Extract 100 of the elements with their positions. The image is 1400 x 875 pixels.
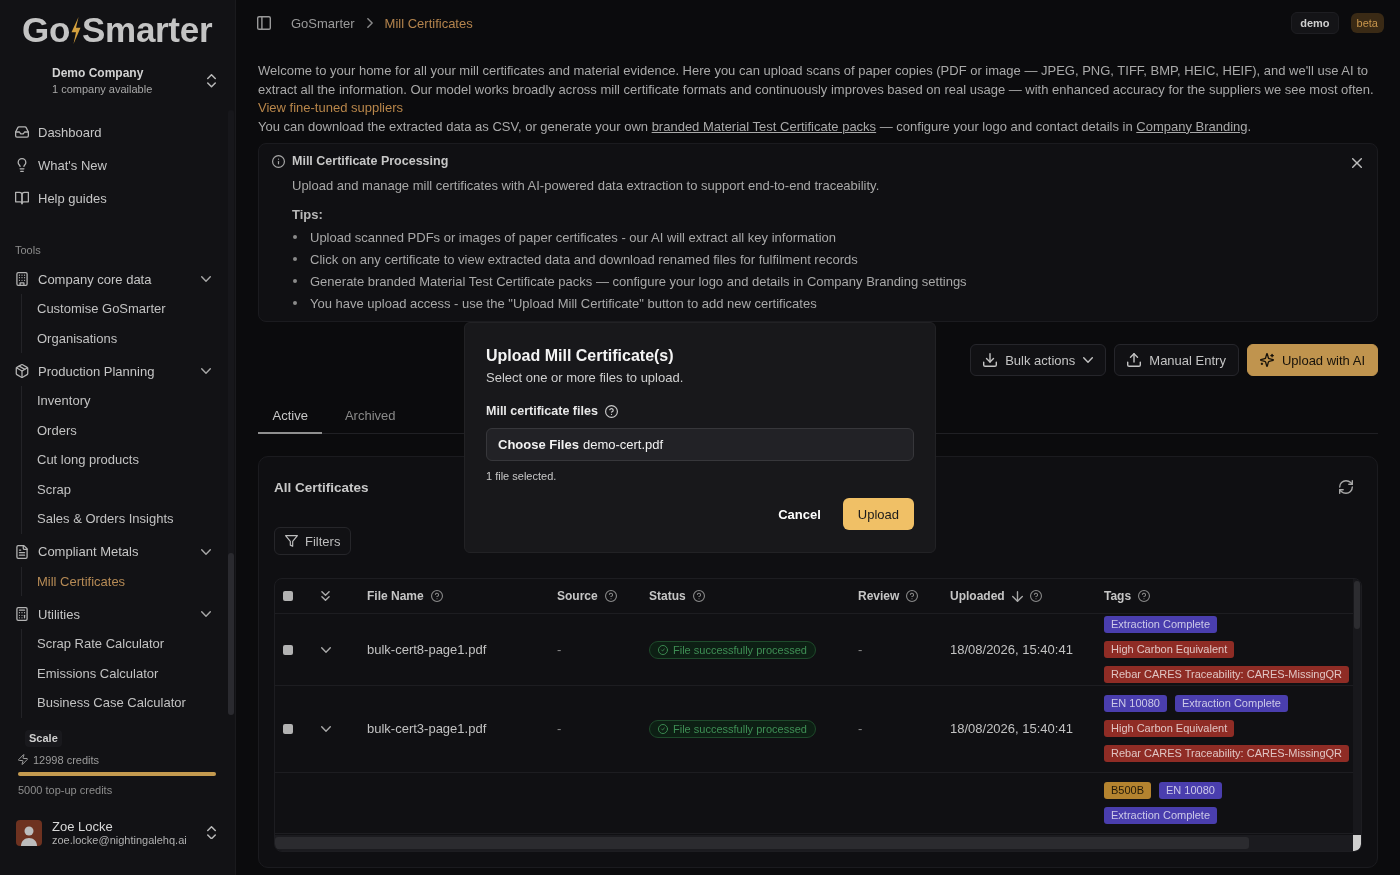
check-circle-icon [658,723,668,734]
chevron-right-icon [366,18,373,28]
tip-text: You have upload access - use the "Upload Mill Certificate" button to add new certificates [310,295,817,311]
bulk-actions-button[interactable]: Bulk actions [970,344,1107,376]
tag: High Carbon Equivalent [1104,641,1235,658]
nav-group-header[interactable]: Production Planning [0,356,220,386]
tag: High Carbon Equivalent [1104,720,1235,737]
row-checkbox[interactable] [283,723,293,734]
tag: EN 10080 [1159,781,1222,799]
column-header: Tags [1104,589,1132,603]
horizontal-scrollbar[interactable] [275,835,1353,851]
nav-subitem[interactable]: Mill Certificates [22,566,220,596]
nav-subitem[interactable]: Business Case Calculator [22,688,220,718]
nav-subitem[interactable]: Scrap [22,474,220,504]
nav-subitem[interactable]: Customise GoSmarter [22,294,220,324]
sidebar-scrollbar[interactable] [228,110,234,715]
upload-button[interactable]: Upload [842,498,914,530]
nav-item[interactable]: Help guides [0,181,221,215]
bullet-icon [293,279,297,283]
nav-group-header[interactable]: Compliant Metals [0,536,220,567]
row-checkbox[interactable] [283,644,293,655]
company-count: 1 company available [52,82,153,97]
tag: B500B [1104,781,1152,799]
upload-icon [1127,353,1142,367]
nav-subitem[interactable]: Scrap Rate Calculator [22,629,220,659]
filter-icon [285,535,298,547]
close-icon[interactable] [1352,158,1362,168]
upload-with-ai-button[interactable]: Upload with AI [1246,344,1378,376]
file-count-text: 1 file selected. [486,470,557,482]
file-name-cell: bulk-cert8-page1.pdf [367,642,487,657]
building-icon [15,272,29,286]
nav-subitem[interactable]: Cut long products [22,445,220,475]
nav-subitem[interactable]: Emissions Calculator [22,658,220,688]
dialog-subtitle: Select one or more files to upload. [486,370,684,386]
nav-subitem[interactable]: Organisations [22,323,220,353]
book-icon [15,191,29,205]
tab[interactable]: Active [258,398,323,434]
topup-credits-text: 5000 top-up credits [18,782,113,798]
nav-item[interactable]: Dashboard [0,115,221,149]
status-label: File successfully processed [673,722,807,735]
manual-entry-button[interactable]: Manual Entry [1114,344,1239,376]
scrollbar-thumb[interactable] [1354,581,1360,629]
credits-text: 12998 credits [33,752,100,768]
column-header: File Name [367,589,424,603]
bullet-icon [293,235,297,239]
nav-group-header[interactable]: Utilities [0,599,220,629]
intro-paragraph: Welcome to your home for all your mill certificates and material evidence. Here you can upload scans of paper copies (PDF or image — JPEG, PNG, TIFF, BMP, HEIC, HEIF), and we'll use AI to extract all the information. Our model works broadly across mill certificate formats and continuously improves based on real usage — with enhanced accuracy for the suppliers we see most often. View fine-tuned suppliers [258,62,1375,117]
select-all-checkbox[interactable] [283,591,293,601]
nav-subitem[interactable]: Orders [22,415,220,445]
breadcrumb-current: Mill Certificates [384,15,473,31]
column-header: Review [858,589,900,603]
box-icon [15,364,29,378]
file-input-field[interactable]: Choose Files demo-cert.pdf [486,428,914,461]
nav-group-header[interactable]: Company core data [0,264,220,294]
expand-all-icon[interactable] [321,591,330,601]
scrollbar-corner [1353,835,1361,851]
chevron-down-icon[interactable] [321,725,331,732]
vertical-scrollbar[interactable] [1353,579,1361,835]
company-name: Demo Company [52,65,144,81]
filters-button[interactable]: Filters [274,527,352,555]
sidebar-toggle-icon[interactable] [257,16,271,30]
inline-link[interactable]: Company Branding [1136,118,1248,134]
info-card-title: Mill Certificate Processing [292,154,449,168]
cancel-button[interactable]: Cancel [770,498,829,530]
column-header: Status [649,589,686,603]
tag: EN 10080 [1104,695,1167,712]
inline-link[interactable]: branded Material Test Certificate packs [651,118,877,134]
tab[interactable]: Archived [330,398,410,434]
tag: Rebar CARES Traceability: CARES-MissingQR [1104,666,1350,683]
info-icon [272,154,285,168]
beta-badge: beta [1350,13,1384,33]
user-email: zoe.locke@nightingalehq.ai [52,833,187,847]
refresh-icon[interactable] [1339,480,1353,494]
nav-subitem[interactable]: Sales & Orders Insights [22,504,220,534]
nav-subitem[interactable]: Inventory [22,386,220,416]
document-icon [15,544,29,559]
lightbulb-icon [15,158,29,172]
scrollbar-thumb[interactable] [228,553,234,715]
choose-files-button[interactable]: Choose Files [498,437,579,452]
logo-text: Go [22,10,70,50]
chevron-down-icon[interactable] [321,646,331,653]
tip-text: Upload scanned PDFs or images of paper certificates - our AI will extract all key information [310,229,836,245]
logo-text: Smarter [82,10,213,50]
avatar-icon[interactable] [16,819,42,846]
breadcrumb-link[interactable]: GoSmarter [291,15,355,31]
scrollbar-thumb[interactable] [275,837,1249,849]
tips-label: Tips: [292,207,323,223]
help-icon[interactable] [604,404,618,418]
user-name: Zoe Locke [52,818,113,834]
help-icon [604,590,617,602]
chevrons-up-down-icon[interactable] [207,825,216,840]
chevrons-up-down-icon[interactable] [207,74,216,88]
environment-badge: demo [1291,12,1339,34]
nav-item[interactable]: What's New [0,148,221,182]
sparkles-icon [1259,353,1274,367]
tip-text: Generate branded Material Test Certificate packs — configure your logo and details in Company Branding settings [310,273,967,289]
section-label: Tools [15,244,41,256]
inline-link[interactable]: View fine-tuned suppliers [258,100,403,115]
source-cell: - [557,642,562,657]
review-cell: - [858,721,863,737]
